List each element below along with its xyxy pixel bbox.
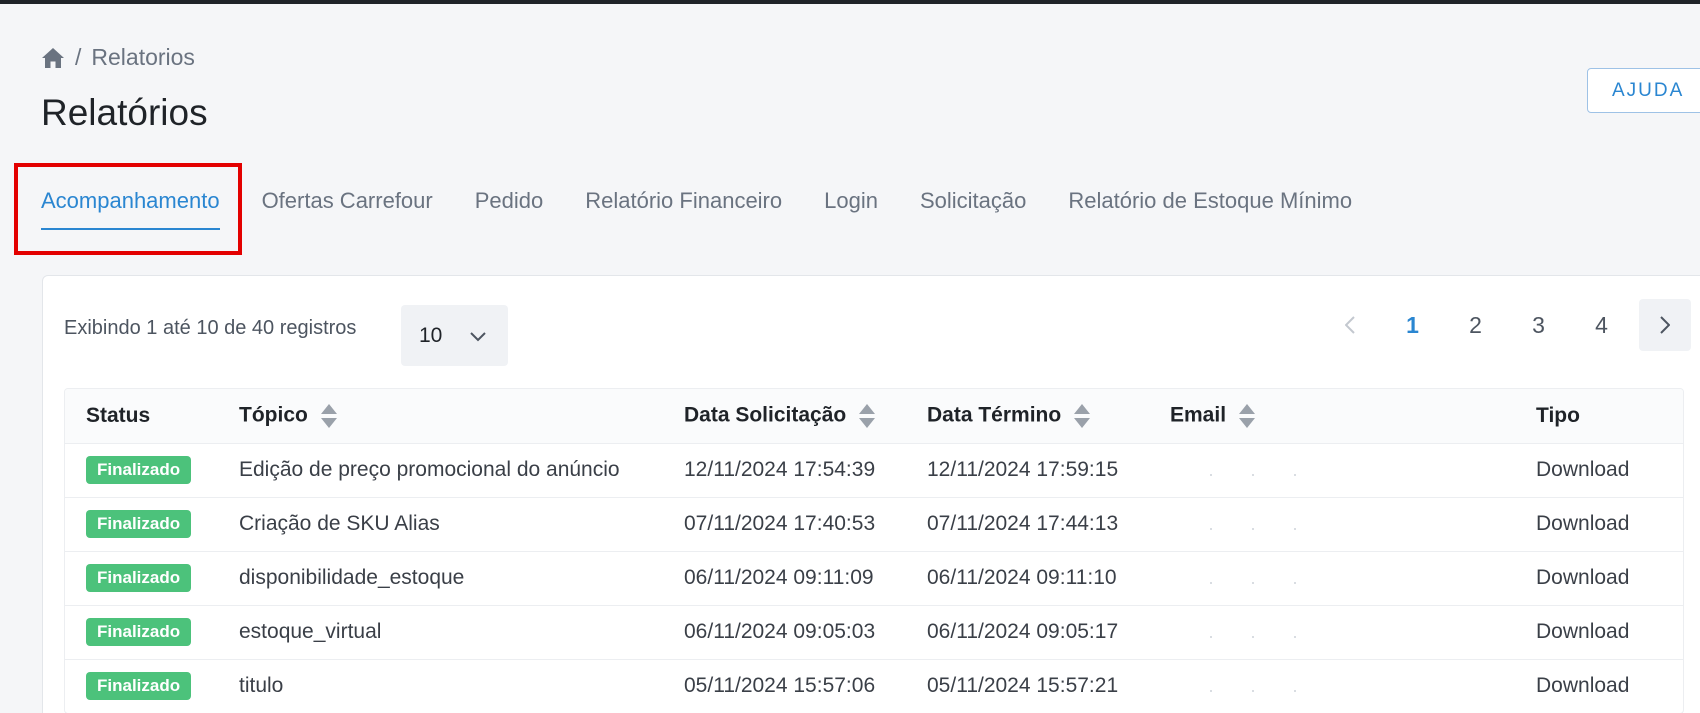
email-cell: [1149, 443, 1515, 497]
status-badge: Finalizado: [86, 456, 192, 484]
status-cell: Finalizado: [65, 443, 218, 497]
chevron-left-icon: [1344, 316, 1355, 334]
tab-ofertas-carrefour[interactable]: Ofertas Carrefour: [262, 188, 433, 230]
finished-date-cell: 06/11/2024 09:05:17: [927, 620, 1119, 643]
chevron-right-icon: [1660, 316, 1670, 334]
sort-icon[interactable]: [320, 403, 338, 429]
tab-login[interactable]: Login: [824, 188, 878, 230]
status-cell: Finalizado: [65, 551, 218, 605]
prev-page-button[interactable]: [1318, 299, 1381, 351]
download-link[interactable]: Download: [1515, 551, 1683, 605]
status-cell: Finalizado: [65, 497, 218, 551]
status-badge: Finalizado: [86, 618, 192, 646]
email-redacted: [1170, 512, 1430, 530]
page-2-button[interactable]: 2: [1444, 299, 1507, 351]
column-status: Status: [86, 403, 151, 427]
download-link[interactable]: Download: [1515, 605, 1683, 659]
page-title: Relatórios: [41, 92, 208, 133]
tab-acompanhamento[interactable]: Acompanhamento: [41, 188, 220, 230]
table-row[interactable]: Finalizado titulo 05/11/2024 15:57:06 05/11…: [65, 659, 1683, 713]
topic-cell: disponibilidade_estoque: [239, 566, 465, 589]
download-link[interactable]: Download: [1515, 659, 1683, 713]
home-icon[interactable]: [41, 47, 65, 69]
email-redacted: [1170, 566, 1430, 584]
table-row[interactable]: Finalizado disponibilidade_estoque 06/11/2…: [65, 551, 1683, 605]
page-size-select[interactable]: 10: [401, 305, 508, 366]
breadcrumb-current[interactable]: Relatorios: [91, 44, 195, 71]
column-email[interactable]: Email: [1149, 389, 1515, 443]
tab-solicitacao[interactable]: Solicitação: [920, 188, 1026, 230]
page-size-value: 10: [419, 323, 443, 347]
page-4-button[interactable]: 4: [1570, 299, 1633, 351]
help-button[interactable]: AJUDA: [1587, 68, 1700, 113]
requested-date-cell: 05/11/2024 15:57:06: [684, 674, 876, 698]
column-topico[interactable]: Tópico: [218, 389, 663, 443]
email-cell: [1149, 605, 1515, 659]
email-redacted: [1170, 674, 1430, 693]
status-badge: Finalizado: [86, 510, 192, 538]
topic-cell: estoque_virtual: [239, 620, 382, 643]
table-row[interactable]: Finalizado Edição de preço promocional do…: [65, 443, 1683, 497]
requested-date-cell: 12/11/2024 17:54:39: [684, 458, 876, 481]
topic-cell: Edição de preço promocional do anúncio: [239, 458, 620, 481]
status-cell: Finalizado: [65, 605, 218, 659]
topic-cell: Criação de SKU Alias: [239, 512, 440, 535]
records-info: Exibindo 1 até 10 de 40 registros: [64, 317, 357, 339]
reports-table: Status Tópico Data Solicitação Data Térm…: [64, 388, 1684, 713]
top-bar: [0, 0, 1700, 4]
email-redacted: [1170, 458, 1430, 476]
finished-date-cell: 06/11/2024 09:11:10: [927, 566, 1117, 589]
status-cell: Finalizado: [65, 659, 218, 713]
download-link[interactable]: Download: [1515, 497, 1683, 551]
report-tabs: Acompanhamento Ofertas Carrefour Pedido …: [41, 188, 1352, 230]
tab-relatorio-estoque-minimo[interactable]: Relatório de Estoque Mínimo: [1068, 188, 1352, 230]
email-cell: [1149, 551, 1515, 605]
finished-date-cell: 12/11/2024 17:59:15: [927, 458, 1119, 481]
sort-icon[interactable]: [858, 403, 876, 429]
column-data-solicitacao[interactable]: Data Solicitação: [663, 389, 906, 443]
table-row[interactable]: Finalizado Criação de SKU Alias 07/11/2024…: [65, 497, 1683, 551]
next-page-button[interactable]: [1639, 299, 1691, 351]
page-3-button[interactable]: 3: [1507, 299, 1570, 351]
tab-pedido[interactable]: Pedido: [475, 188, 544, 230]
page-1-button[interactable]: 1: [1381, 299, 1444, 351]
chevron-down-icon: [470, 324, 487, 348]
requested-date-cell: 06/11/2024 09:11:09: [684, 566, 874, 589]
topic-cell: titulo: [239, 674, 284, 698]
pagination: 1 2 3 4: [1318, 299, 1691, 351]
finished-date-cell: 05/11/2024 15:57:21: [927, 674, 1119, 698]
breadcrumb-separator: /: [75, 44, 82, 70]
column-tipo: Tipo: [1536, 403, 1580, 427]
column-data-termino[interactable]: Data Término: [906, 389, 1149, 443]
requested-date-cell: 06/11/2024 09:05:03: [684, 620, 876, 643]
requested-date-cell: 07/11/2024 17:40:53: [684, 512, 876, 535]
sort-icon[interactable]: [1073, 403, 1091, 429]
sort-icon[interactable]: [1238, 403, 1256, 429]
status-badge: Finalizado: [86, 672, 192, 701]
table-row[interactable]: Finalizado estoque_virtual 06/11/2024 09:0…: [65, 605, 1683, 659]
email-cell: [1149, 497, 1515, 551]
download-link[interactable]: Download: [1515, 443, 1683, 497]
finished-date-cell: 07/11/2024 17:44:13: [927, 512, 1119, 535]
status-badge: Finalizado: [86, 564, 192, 592]
email-redacted: [1170, 620, 1430, 638]
table-header-row: Status Tópico Data Solicitação Data Térm…: [65, 389, 1683, 443]
email-cell: [1149, 659, 1515, 713]
tab-relatorio-financeiro[interactable]: Relatório Financeiro: [585, 188, 782, 230]
breadcrumb: / Relatorios: [41, 44, 195, 71]
